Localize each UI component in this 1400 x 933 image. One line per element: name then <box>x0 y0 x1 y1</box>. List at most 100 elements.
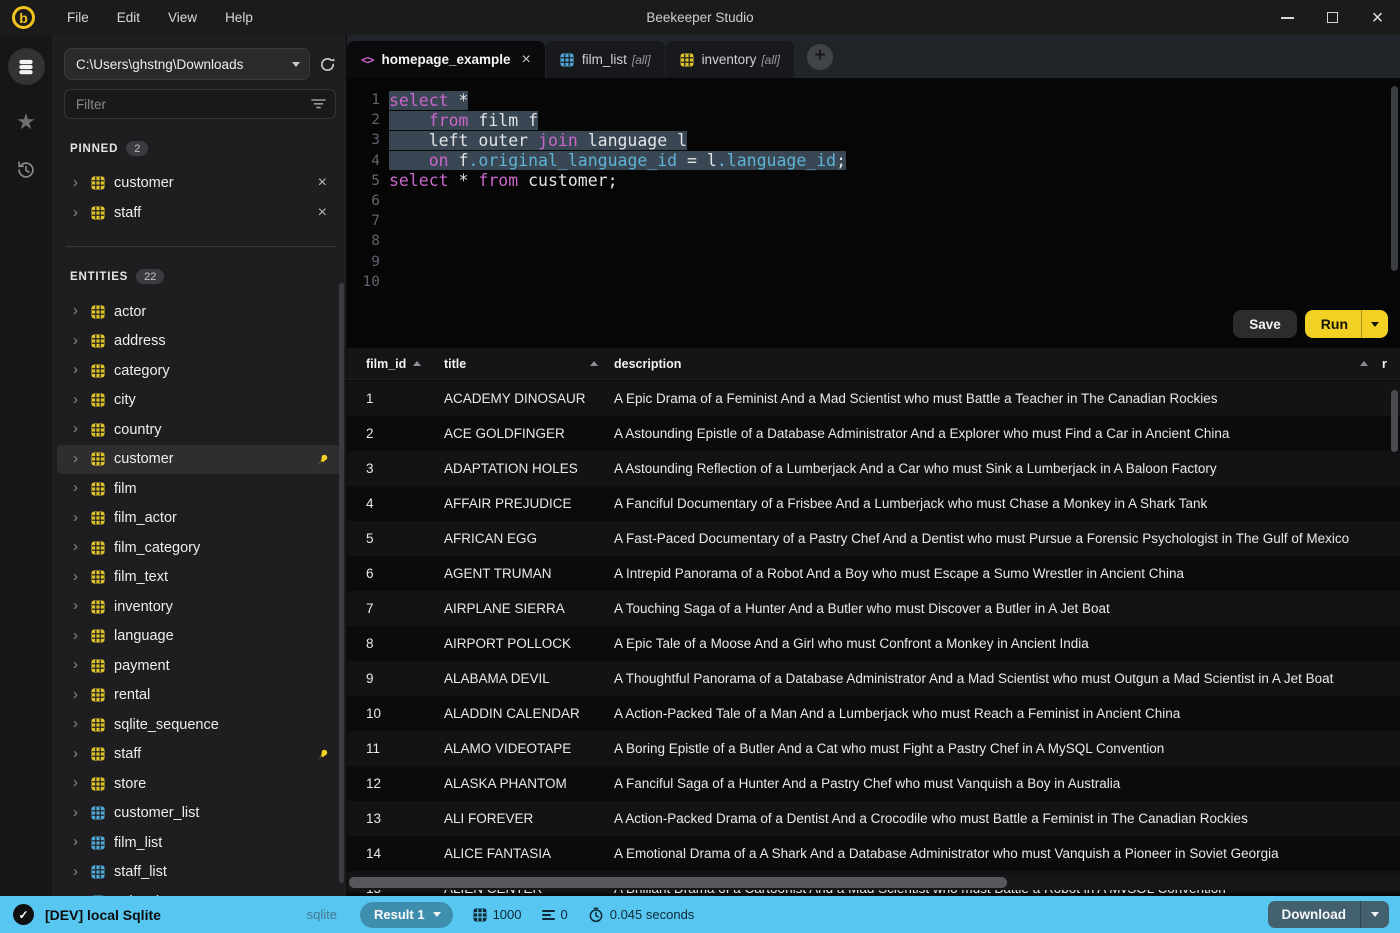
menu-help[interactable]: Help <box>213 6 265 29</box>
chevron-right-icon[interactable]: › <box>73 746 88 761</box>
sidebar-item-sqlite_sequence[interactable]: › sqlite_sequence <box>57 710 341 740</box>
sql-editor[interactable]: 1 select * 2 from film f3 left outer join … <box>347 78 1400 348</box>
sidebar-item-payment[interactable]: › payment <box>57 651 341 681</box>
tab-film_list[interactable]: film_list [all] <box>545 41 665 78</box>
tab-homepage_example[interactable]: <> homepage_example × <box>347 41 545 78</box>
table-row[interactable]: 4 AFFAIR PREJUDICE A Fanciful Documentary … <box>347 486 1400 521</box>
chevron-right-icon[interactable]: › <box>73 687 88 702</box>
sidebar-item-actor[interactable]: › actor <box>57 297 341 327</box>
menu-edit[interactable]: Edit <box>105 6 152 29</box>
sort-asc-icon[interactable] <box>413 361 422 366</box>
sidebar-scrollbar[interactable] <box>339 283 344 883</box>
sidebar-item-customer[interactable]: › customer × <box>57 168 341 198</box>
menu-file[interactable]: File <box>55 6 101 29</box>
menu-view[interactable]: View <box>156 6 209 29</box>
sidebar-item-category[interactable]: › category <box>57 356 341 386</box>
connection-status[interactable]: ✓ [DEV] local Sqlite sqlite <box>0 904 347 925</box>
chevron-right-icon[interactable]: › <box>73 205 88 220</box>
chevron-right-icon[interactable]: › <box>73 716 88 731</box>
sidebar-item-inventory[interactable]: › inventory <box>57 592 341 622</box>
sidebar-item-store[interactable]: › store <box>57 769 341 799</box>
chevron-right-icon[interactable]: › <box>73 510 88 525</box>
sidebar-item-staff[interactable]: › staff <box>57 740 341 770</box>
sidebar-item-country[interactable]: › country <box>57 415 341 445</box>
table-row[interactable]: 10 ALADDIN CALENDAR A Action-Packed Tale o… <box>347 696 1400 731</box>
chevron-right-icon[interactable]: › <box>73 421 88 436</box>
connection-select[interactable]: C:\Users\ghstng\Downloads <box>64 48 310 80</box>
tab-inventory[interactable]: inventory [all] <box>665 41 795 78</box>
scrollbar-handle[interactable] <box>349 877 1007 888</box>
column-header-description[interactable]: description <box>614 357 1382 371</box>
table-row[interactable]: 6 AGENT TRUMAN A Intrepid Panorama of a Ro… <box>347 556 1400 591</box>
table-row[interactable]: 1 ACADEMY DINOSAUR A Epic Drama of a Femin… <box>347 381 1400 416</box>
table-row[interactable]: 2 ACE GOLDFINGER A Astounding Epistle of a… <box>347 416 1400 451</box>
favorites-rail-button[interactable]: ★ <box>16 111 36 133</box>
chevron-right-icon[interactable]: › <box>73 775 88 790</box>
run-dropdown-button[interactable] <box>1361 310 1388 338</box>
results-vertical-scrollbar[interactable] <box>1391 390 1398 452</box>
unpin-close-icon[interactable]: × <box>316 174 329 192</box>
chevron-right-icon[interactable]: › <box>73 333 88 348</box>
sidebar-item-rental[interactable]: › rental <box>57 681 341 711</box>
sidebar-item-film_actor[interactable]: › film_actor <box>57 504 341 534</box>
table-row[interactable]: 3 ADAPTATION HOLES A Astounding Reflection… <box>347 451 1400 486</box>
minimize-button[interactable] <box>1265 0 1310 35</box>
unpin-close-icon[interactable]: × <box>316 204 329 222</box>
table-row[interactable]: 13 ALI FOREVER A Action-Packed Drama of a … <box>347 801 1400 836</box>
sidebar-item-film_text[interactable]: › film_text <box>57 563 341 593</box>
chevron-right-icon[interactable]: › <box>73 539 88 554</box>
filter-input[interactable] <box>64 89 336 119</box>
chevron-right-icon[interactable]: › <box>73 805 88 820</box>
chevron-right-icon[interactable]: › <box>73 598 88 613</box>
sidebar-item-film[interactable]: › film <box>57 474 341 504</box>
results-horizontal-scrollbar[interactable] <box>347 875 1400 890</box>
pin-icon[interactable] <box>316 453 329 466</box>
run-button[interactable]: Run <box>1304 310 1388 338</box>
chevron-right-icon[interactable]: › <box>73 392 88 407</box>
cell-title: ALADDIN CALENDAR <box>444 706 580 721</box>
sidebar-item-film_category[interactable]: › film_category <box>57 533 341 563</box>
save-button[interactable]: Save <box>1233 310 1297 338</box>
chevron-right-icon[interactable]: › <box>73 657 88 672</box>
database-rail-button[interactable] <box>7 48 45 85</box>
chevron-right-icon[interactable]: › <box>73 569 88 584</box>
download-button[interactable]: Download <box>1267 901 1389 928</box>
table-row[interactable]: 9 ALABAMA DEVIL A Thoughtful Panorama of a… <box>347 661 1400 696</box>
sidebar-item-city[interactable]: › city <box>57 386 341 416</box>
table-row[interactable]: 14 ALICE FANTASIA A Emotional Drama of a A… <box>347 836 1400 871</box>
table-row[interactable]: 5 AFRICAN EGG A Fast-Paced Documentary of … <box>347 521 1400 556</box>
sidebar-item-customer[interactable]: › customer <box>57 444 341 474</box>
sidebar-item-staff[interactable]: › staff × <box>57 198 341 228</box>
sidebar-item-film_list[interactable]: › film_list <box>57 828 341 858</box>
editor-scrollbar[interactable] <box>1391 86 1398 271</box>
close-button[interactable]: × <box>1355 0 1400 35</box>
sort-asc-icon[interactable] <box>1360 361 1368 366</box>
new-tab-button[interactable]: + <box>807 43 834 70</box>
table-row[interactable]: 8 AIRPORT POLLOCK A Epic Tale of a Moose A… <box>347 626 1400 661</box>
column-header-film_id[interactable]: film_id <box>347 357 444 371</box>
refresh-button[interactable] <box>319 56 336 73</box>
sort-asc-icon[interactable] <box>590 361 598 366</box>
chevron-right-icon[interactable]: › <box>73 834 88 849</box>
table-row[interactable]: 11 ALAMO VIDEOTAPE A Boring Epistle of a B… <box>347 731 1400 766</box>
sidebar-item-language[interactable]: › language <box>57 622 341 652</box>
chevron-right-icon[interactable]: › <box>73 480 88 495</box>
column-header-title[interactable]: title <box>444 357 614 371</box>
close-tab-icon[interactable]: × <box>522 51 531 69</box>
sidebar-item-customer_list[interactable]: › customer_list <box>57 799 341 829</box>
pin-icon[interactable] <box>316 748 329 761</box>
chevron-right-icon[interactable]: › <box>73 451 88 466</box>
chevron-right-icon[interactable]: › <box>73 175 88 190</box>
sidebar-item-address[interactable]: › address <box>57 327 341 357</box>
table-row[interactable]: 7 AIRPLANE SIERRA A Touching Saga of a Hun… <box>347 591 1400 626</box>
result-selector-button[interactable]: Result 1 <box>360 901 453 928</box>
download-dropdown-button[interactable] <box>1360 901 1389 928</box>
chevron-right-icon[interactable]: › <box>73 362 88 377</box>
chevron-right-icon[interactable]: › <box>73 303 88 318</box>
chevron-right-icon[interactable]: › <box>73 864 88 879</box>
table-row[interactable]: 12 ALASKA PHANTOM A Fanciful Saga of a Hun… <box>347 766 1400 801</box>
maximize-button[interactable] <box>1310 0 1355 35</box>
sidebar-item-staff_list[interactable]: › staff_list <box>57 858 341 888</box>
chevron-right-icon[interactable]: › <box>73 628 88 643</box>
history-rail-button[interactable] <box>15 159 37 181</box>
